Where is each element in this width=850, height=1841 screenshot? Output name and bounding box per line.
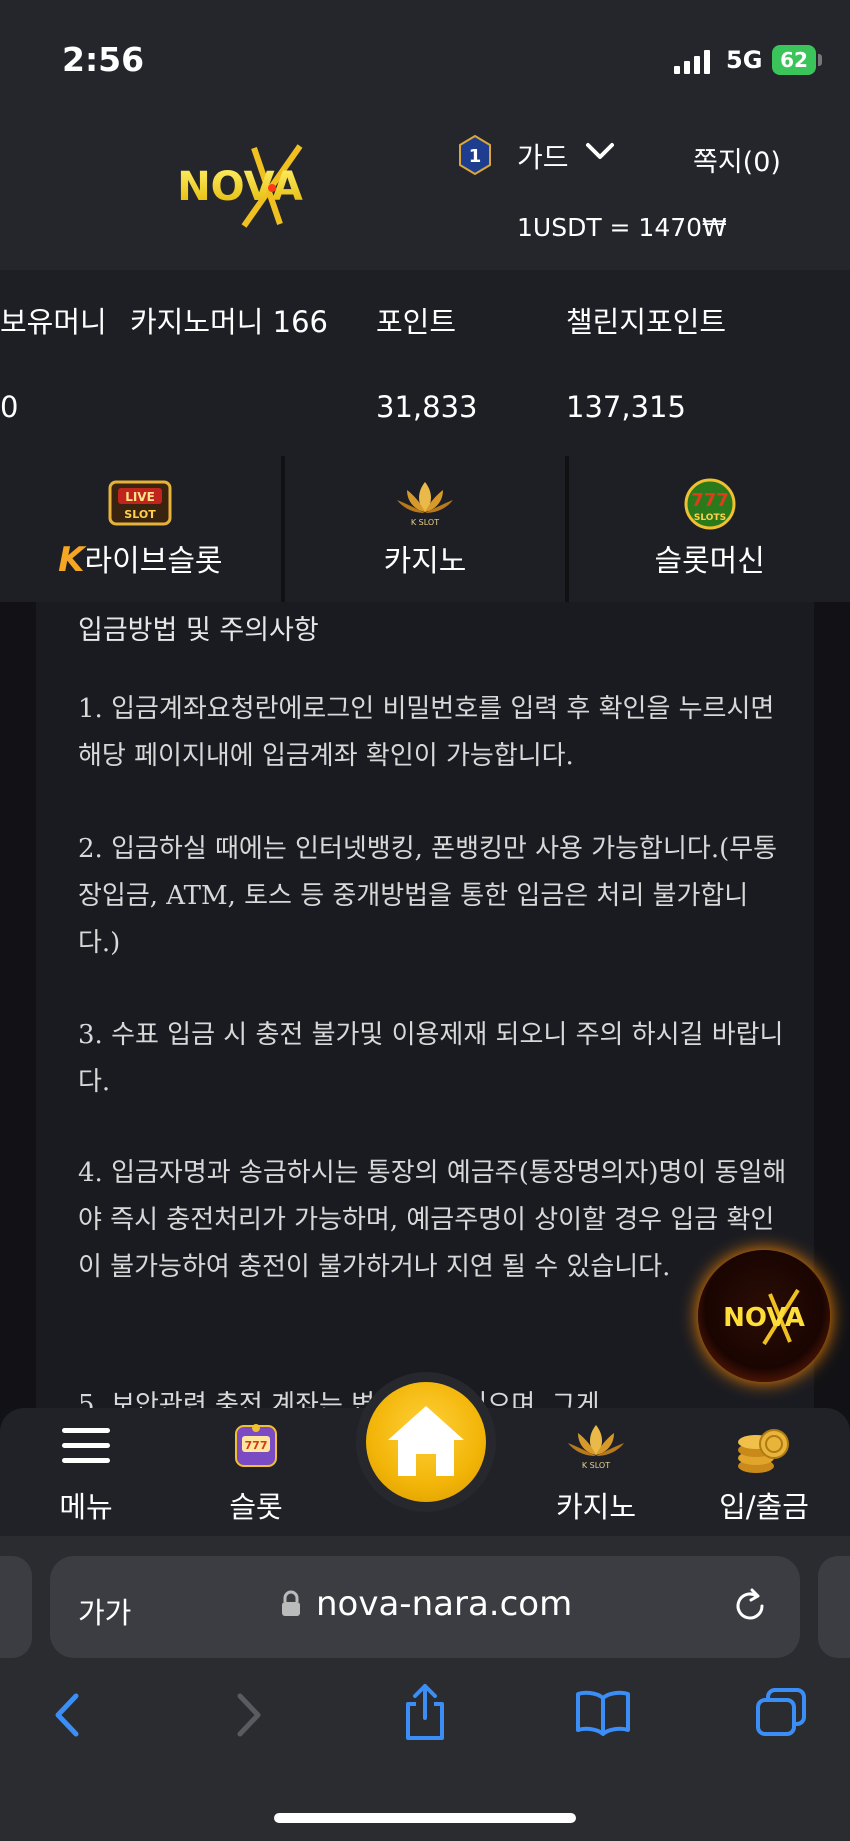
notice-title: 입금방법 및 주의사항: [78, 615, 319, 646]
holding-money-label: 보유머니: [0, 305, 107, 339]
home-indicator: [274, 1813, 576, 1823]
lock-icon: [282, 1590, 300, 1616]
svg-text:1: 1: [469, 146, 482, 167]
notice-item: 2. 입금하실 때에는 인터넷뱅킹, 폰뱅킹만 사용 가능합니다.(무통장입금,…: [78, 834, 778, 958]
tab-slot-machine-label: 슬롯머신: [654, 544, 765, 579]
logo-text: NOVA: [177, 164, 303, 210]
tabs-icon[interactable]: [754, 1686, 808, 1738]
network-type: 5G: [726, 46, 763, 74]
tab-live-slot-label: 라이브슬롯: [84, 544, 223, 579]
holding-money-value: 0: [0, 390, 19, 424]
exchange-rate: 1USDT = 1470₩: [517, 213, 727, 242]
svg-text:NOVA: NOVA: [723, 1303, 805, 1333]
svg-text:777: 777: [245, 1439, 268, 1452]
nav-menu-label[interactable]: 메뉴: [6, 1484, 166, 1526]
nova-logo[interactable]: NOVA: [150, 140, 330, 230]
site-header: [0, 110, 850, 270]
k-slot-lotus-icon[interactable]: K SLOT: [564, 1418, 628, 1474]
url-text[interactable]: nova-nara.com: [316, 1584, 572, 1624]
reload-icon[interactable]: [730, 1586, 770, 1626]
svg-text:LIVE: LIVE: [126, 490, 156, 504]
tab-casino-label: 카지노: [383, 544, 467, 579]
messages-link[interactable]: 쪽지(0): [693, 140, 781, 179]
svg-text:K SLOT: K SLOT: [582, 1461, 610, 1470]
menu-icon[interactable]: [60, 1424, 112, 1468]
notice-item: 4. 입금자명과 송금하시는 통장의 예금주(통장명의자)명이 동일해야 즉시 …: [78, 1158, 787, 1282]
signal-icon: [674, 50, 710, 74]
back-icon[interactable]: [50, 1690, 84, 1740]
prev-tab-pill[interactable]: [0, 1556, 32, 1658]
notice-item: 3. 수표 입금 시 충전 불가및 이용제재 되오니 주의 하시길 바랍니다.: [78, 1020, 784, 1097]
svg-text:SLOT: SLOT: [125, 508, 157, 521]
bookmarks-icon[interactable]: [574, 1688, 632, 1736]
casino-money-label: 카지노머니 166: [130, 305, 328, 339]
text-size-button[interactable]: 가가: [78, 1590, 131, 1632]
challenge-point-label: 챌린지포인트: [566, 305, 727, 339]
slot-machine-icon[interactable]: 777: [232, 1420, 280, 1472]
home-button[interactable]: [366, 1382, 486, 1502]
money-panel: [0, 270, 850, 456]
svg-text:SLOTS: SLOTS: [694, 513, 726, 523]
tab-live-slot[interactable]: LIVE SLOT K라이브슬롯: [0, 456, 281, 602]
next-tab-pill[interactable]: [818, 1556, 850, 1658]
coins-icon[interactable]: [734, 1418, 792, 1476]
chevron-down-icon[interactable]: [584, 140, 616, 164]
battery-icon: 62: [772, 45, 816, 75]
home-icon: [388, 1406, 464, 1476]
status-time: 2:56: [62, 40, 145, 79]
nav-casino-label[interactable]: 카지노: [516, 1484, 676, 1526]
user-name[interactable]: 가드: [517, 136, 569, 176]
notice-item: 1. 입금계좌요청란에로그인 비밀번호를 입력 후 확인을 누르시면 해당 페이…: [78, 694, 775, 771]
nova-logo-icon: NOVA: [723, 1288, 805, 1346]
game-tabs: LIVE SLOT K라이브슬롯 K SLOT 카지노 777 SLOTS 슬롯…: [0, 456, 850, 602]
svg-text:K SLOT: K SLOT: [411, 518, 439, 527]
challenge-point-value: 137,315: [566, 390, 686, 424]
point-value: 31,833: [376, 390, 478, 424]
tab-slot-machine[interactable]: 777 SLOTS 슬롯머신: [569, 456, 850, 602]
share-icon[interactable]: [400, 1682, 450, 1742]
forward-icon[interactable]: [232, 1690, 266, 1740]
svg-text:777: 777: [691, 490, 729, 511]
floating-nova-button[interactable]: NOVA: [698, 1250, 830, 1382]
k-slot-lotus-icon: K SLOT: [397, 482, 453, 527]
level-badge-icon: 1: [459, 135, 491, 175]
nav-slot-label[interactable]: 슬롯: [176, 1484, 336, 1526]
battery-tip: [818, 54, 822, 66]
tab-casino[interactable]: K SLOT 카지노: [284, 456, 566, 602]
point-label: 포인트: [376, 305, 457, 339]
live-slot-icon: LIVE SLOT: [108, 480, 172, 526]
k-logo-icon: K: [58, 540, 85, 580]
nav-deposit-label[interactable]: 입/출금: [684, 1484, 844, 1526]
777-slots-icon: 777 SLOTS: [684, 478, 736, 530]
